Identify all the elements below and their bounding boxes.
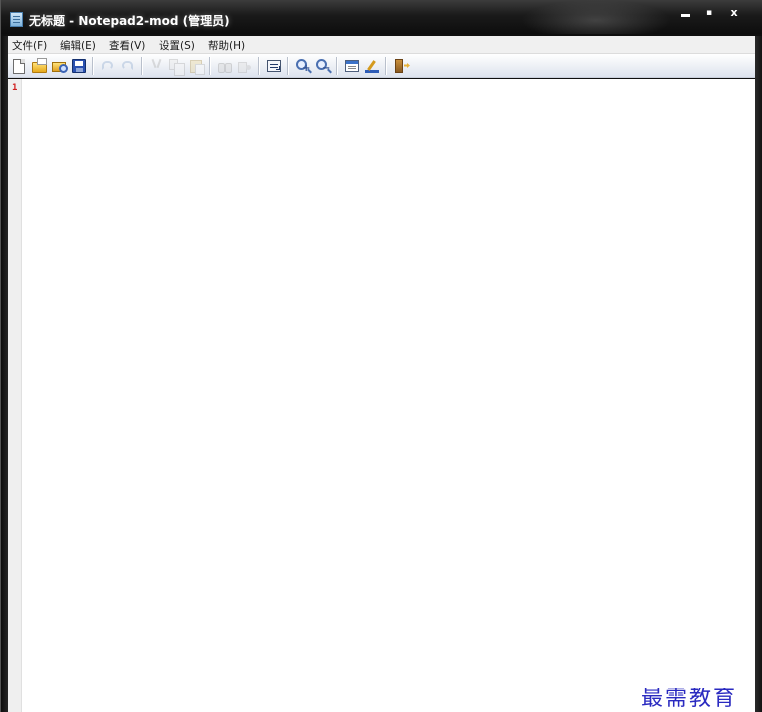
zoom-in-icon: + — [296, 59, 310, 74]
find-button[interactable] — [217, 58, 233, 74]
undo-button[interactable] — [100, 58, 116, 74]
window-left-border — [1, 36, 8, 712]
settings-button[interactable] — [344, 58, 360, 74]
cut-icon — [152, 59, 162, 73]
window-title: 无标题 - Notepad2-mod (管理员) — [29, 14, 230, 28]
toolbar: + − — [8, 54, 755, 78]
line-number-gutter: 1 — [8, 79, 22, 712]
toolbar-separator — [336, 57, 337, 75]
zoom-out-icon: − — [316, 59, 330, 74]
redo-button[interactable] — [120, 58, 136, 74]
menu-edit[interactable]: 编辑(E) — [60, 38, 96, 53]
zoom-out-button[interactable]: − — [315, 58, 331, 74]
title-bar-glow — [521, 0, 671, 34]
close-icon: x — [730, 6, 738, 19]
word-wrap-button[interactable] — [266, 58, 282, 74]
new-file-icon — [13, 59, 25, 74]
paste-icon — [190, 60, 205, 75]
toolbar-separator — [287, 57, 288, 75]
scheme-button[interactable] — [364, 58, 380, 74]
text-editor[interactable]: 1 — [8, 79, 755, 712]
redo-icon — [122, 61, 133, 70]
settings-icon — [345, 60, 359, 72]
exit-icon — [395, 59, 403, 73]
menu-bar: 文件(F) 编辑(E) 查看(V) 设置(S) 帮助(H) — [8, 36, 755, 54]
maximize-button[interactable]: ▪ — [698, 6, 720, 22]
replace-button[interactable] — [237, 58, 253, 74]
open-file-button[interactable] — [31, 58, 47, 74]
save-icon — [72, 59, 86, 73]
undo-icon — [102, 61, 113, 70]
zoom-out-glyph: − — [322, 63, 331, 74]
menu-settings[interactable]: 设置(S) — [159, 38, 195, 53]
window-right-border — [755, 36, 762, 712]
zoom-in-button[interactable]: + — [295, 58, 311, 74]
toolbar-separator — [209, 57, 210, 75]
cut-button[interactable] — [149, 58, 165, 74]
close-button[interactable]: x — [723, 6, 745, 22]
toolbar-separator — [385, 57, 386, 75]
menu-file[interactable]: 文件(F) — [12, 38, 47, 53]
watermark-text: 最需教育 — [641, 688, 738, 710]
editor-content[interactable] — [26, 82, 746, 702]
copy-button[interactable] — [168, 58, 185, 76]
save-button[interactable] — [71, 58, 87, 74]
scheme-icon — [365, 60, 379, 73]
paste-button[interactable] — [188, 58, 205, 75]
browse-icon — [52, 62, 68, 73]
exit-button[interactable] — [393, 58, 409, 74]
word-wrap-icon — [267, 60, 281, 72]
maximize-icon: ▪ — [705, 8, 713, 18]
menu-view[interactable]: 查看(V) — [109, 38, 145, 53]
line-number: 1 — [12, 83, 18, 93]
replace-icon — [238, 61, 252, 73]
toolbar-separator — [92, 57, 93, 75]
browse-button[interactable] — [51, 58, 68, 74]
notepad-app-icon[interactable] — [10, 12, 23, 27]
toolbar-separator — [258, 57, 259, 75]
minimize-button[interactable] — [675, 6, 697, 22]
title-bar[interactable]: 无标题 - Notepad2-mod (管理员) ▪ x — [1, 0, 762, 34]
copy-icon — [169, 59, 185, 76]
zoom-in-glyph: + — [302, 63, 311, 74]
open-folder-icon — [32, 58, 47, 73]
menu-help[interactable]: 帮助(H) — [208, 38, 245, 53]
toolbar-separator — [141, 57, 142, 75]
find-icon — [218, 61, 232, 73]
new-file-button[interactable] — [11, 58, 27, 74]
app-window: 无标题 - Notepad2-mod (管理员) ▪ x 文件(F) 编辑(E)… — [0, 0, 762, 712]
